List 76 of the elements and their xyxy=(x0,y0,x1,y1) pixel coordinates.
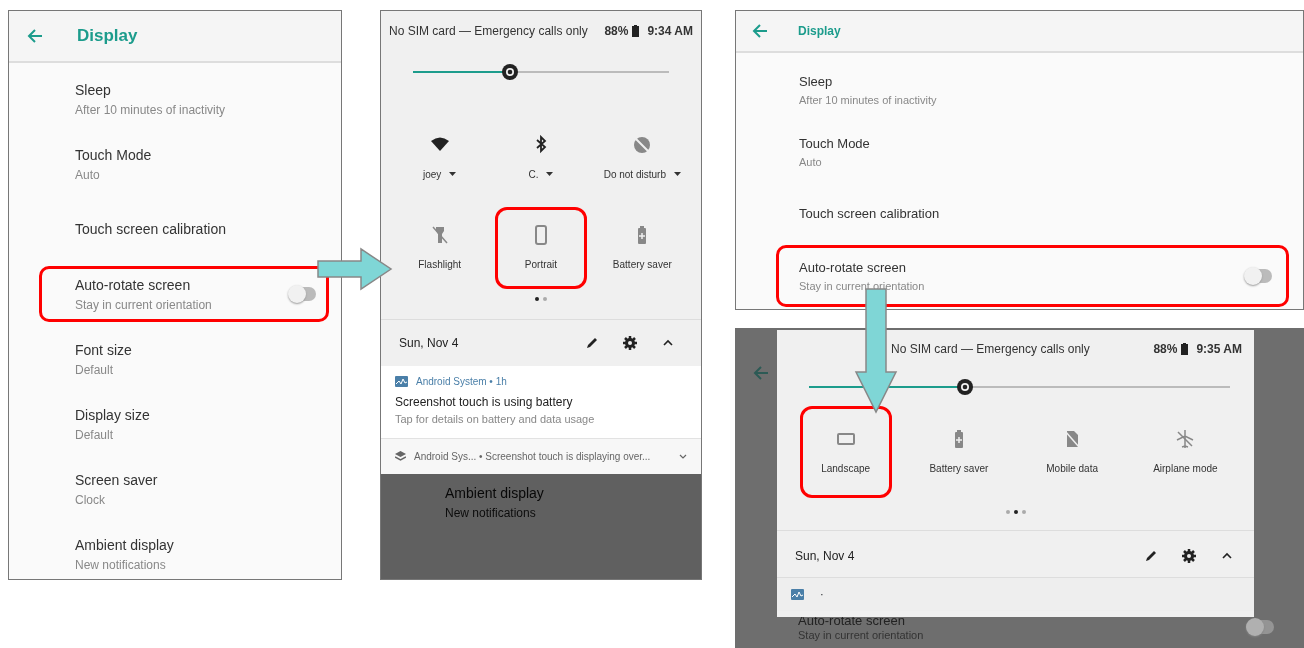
settings-icon[interactable] xyxy=(1182,549,1196,563)
setting-title[interactable]: Font size xyxy=(75,339,132,361)
toggle-switch[interactable] xyxy=(1248,620,1274,635)
setting-title[interactable]: Ambient display xyxy=(75,534,174,556)
setting-title[interactable]: Auto-rotate screen xyxy=(799,258,925,278)
settings-icon[interactable] xyxy=(623,336,637,350)
clock-time: 9:34 AM xyxy=(647,23,693,40)
back-arrow-icon[interactable] xyxy=(752,24,768,38)
setting-summary: After 10 minutes of inactivity xyxy=(75,101,226,119)
setting-title[interactable]: Touch screen calibration xyxy=(75,218,226,240)
setting-summary: Clock xyxy=(75,491,106,509)
setting-title[interactable]: Display size xyxy=(75,404,150,426)
screen-title: Display xyxy=(77,25,138,48)
page-dot[interactable] xyxy=(543,297,547,301)
setting-title[interactable]: Screen saver xyxy=(75,469,158,491)
notification-text: Tap for details on battery and data usage xyxy=(395,412,596,427)
battery-percent: 88% xyxy=(1153,341,1178,358)
quick-tile[interactable]: C. xyxy=(501,117,581,199)
edit-icon[interactable] xyxy=(1144,549,1158,563)
caret-down-icon xyxy=(673,172,681,176)
layers-icon xyxy=(395,450,406,462)
quick-tile[interactable]: Battery saver xyxy=(918,406,999,498)
battery-icon xyxy=(632,25,640,37)
notification-app: Android System • 1h xyxy=(416,375,507,389)
flashlight-icon xyxy=(429,224,450,245)
quick-tile[interactable]: Do not disturb xyxy=(594,117,690,199)
setting-summary: New notifications xyxy=(445,504,537,522)
toggle-switch[interactable] xyxy=(290,287,316,301)
setting-summary: Default xyxy=(75,426,115,444)
setting-summary: Auto xyxy=(75,166,101,184)
quick-tile[interactable]: Battery saver xyxy=(602,207,683,289)
setting-summary: Auto xyxy=(799,154,823,170)
date-text: Sun, Nov 4 xyxy=(795,548,856,565)
battery-percent: 88% xyxy=(604,23,629,40)
setting-title[interactable]: Touch Mode xyxy=(75,144,152,166)
clock-time: 9:35 AM xyxy=(1196,341,1242,358)
quick-tile[interactable]: Flashlight xyxy=(399,207,480,289)
date-text: Sun, Nov 4 xyxy=(399,335,460,352)
quick-tile[interactable]: Portrait xyxy=(495,207,587,289)
page-dot[interactable] xyxy=(535,297,539,301)
screen-title: Display xyxy=(798,23,841,40)
setting-title[interactable]: Sleep xyxy=(75,79,226,101)
edit-icon[interactable] xyxy=(585,336,599,350)
toggle-switch[interactable] xyxy=(1246,269,1272,283)
setting-title[interactable]: Touch Mode xyxy=(799,134,870,154)
status-text: No SIM card — Emergency calls only xyxy=(389,23,588,40)
setting-title: Auto-rotate screen xyxy=(798,613,906,629)
notification-title[interactable]: Screenshot touch is using battery xyxy=(395,393,687,411)
setting-summary: Stay in current orientation xyxy=(799,278,925,294)
quick-tile[interactable]: joey xyxy=(399,117,480,199)
status-text: No SIM card — Emergency calls only xyxy=(891,341,1090,358)
chart-app-icon xyxy=(395,376,408,387)
page-dot[interactable] xyxy=(1005,510,1010,514)
caret-down-icon xyxy=(546,172,554,176)
setting-summary: After 10 minutes of inactivity xyxy=(799,92,937,108)
battery-icon xyxy=(1181,343,1189,355)
brightness-slider[interactable] xyxy=(413,61,669,83)
setting-title: Ambient display xyxy=(445,483,545,503)
page-dot[interactable] xyxy=(1013,510,1018,514)
setting-summary: New notifications xyxy=(75,556,167,574)
quick-tile[interactable]: Airplane mode xyxy=(1144,406,1227,498)
setting-summary: Stay in current orientation xyxy=(75,296,212,314)
setting-title[interactable]: Sleep xyxy=(799,72,937,92)
chart-app-icon xyxy=(791,588,804,600)
quick-tile[interactable]: Landscape xyxy=(799,406,892,498)
quick-tile[interactable]: Mobile data xyxy=(1032,406,1113,498)
setting-title[interactable]: Touch screen calibration xyxy=(799,204,940,224)
page-dot[interactable] xyxy=(1021,510,1026,514)
notification-separator: · xyxy=(820,587,824,602)
airplane-icon xyxy=(1175,428,1196,449)
setting-summary: Default xyxy=(75,361,115,379)
caret-down-icon xyxy=(449,172,457,176)
do-not-disturb-icon xyxy=(632,134,653,155)
back-arrow-icon[interactable] xyxy=(27,29,43,43)
chevron-down-icon xyxy=(679,453,687,459)
setting-title[interactable]: Auto-rotate screen xyxy=(75,274,212,296)
